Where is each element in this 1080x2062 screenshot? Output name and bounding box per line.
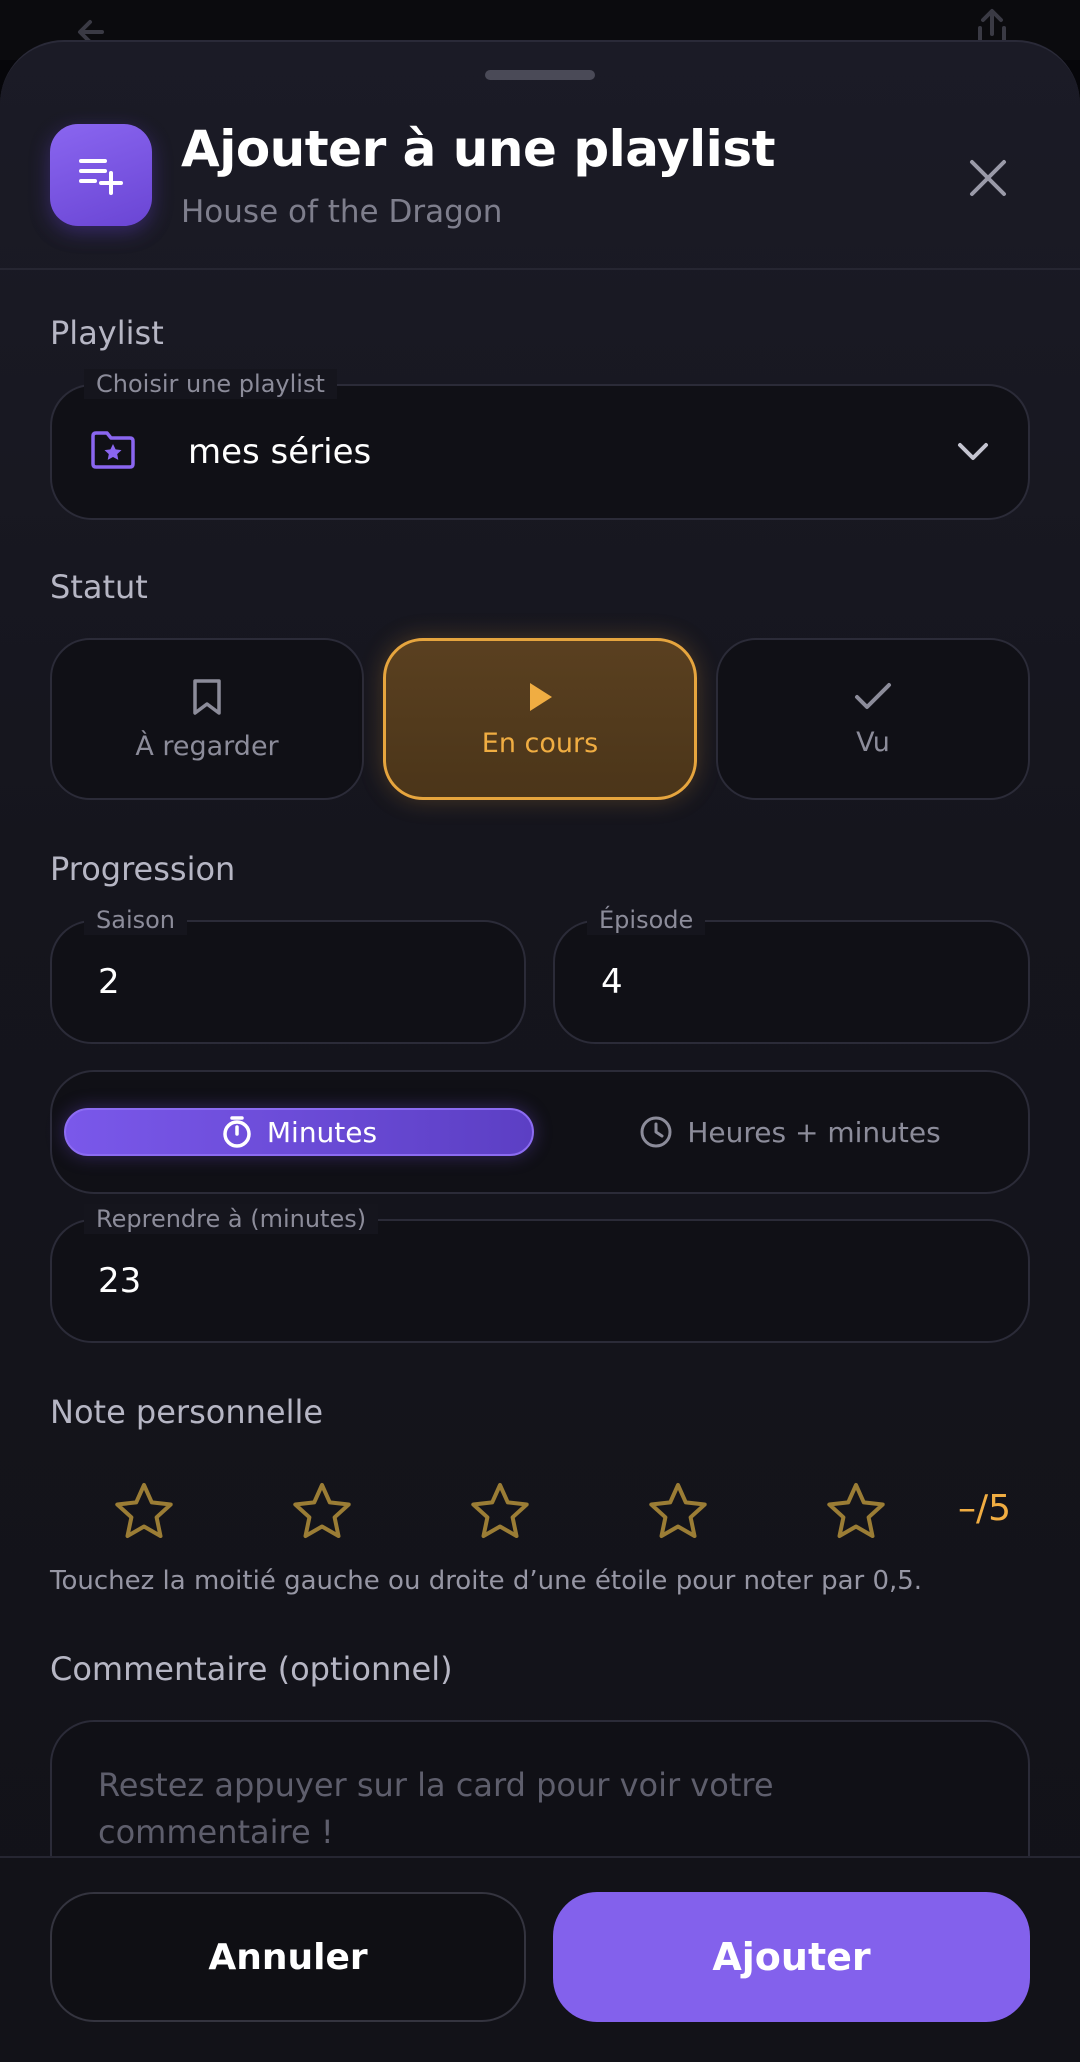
play-icon <box>530 682 552 711</box>
time-mode-hours-minutes[interactable]: Heures + minutes <box>562 1108 1018 1156</box>
rating-hint: Touchez la moitié gauche ou droite d’une… <box>50 1566 923 1596</box>
page-subtitle: House of the Dragon <box>181 194 503 230</box>
time-mode-toggle: Minutes Heures + minutes <box>50 1070 1030 1194</box>
footer-actions: Annuler Ajouter <box>0 1856 1080 2062</box>
resume-field-label: Reprendre à (minutes) <box>84 1204 379 1234</box>
star-icon[interactable] <box>284 1474 360 1550</box>
clock-icon <box>640 1116 672 1148</box>
resume-value: 23 <box>98 1261 142 1301</box>
stopwatch-icon <box>223 1116 251 1148</box>
time-mode-label: Heures + minutes <box>687 1115 941 1149</box>
resume-minutes-field[interactable]: Reprendre à (minutes) 23 <box>50 1204 1030 1343</box>
star-icon[interactable] <box>462 1474 538 1550</box>
season-field-label: Saison <box>84 905 188 935</box>
playlist-selected-value: mes séries <box>188 432 372 472</box>
close-icon <box>970 160 1006 196</box>
drag-handle[interactable] <box>485 70 595 80</box>
status-option-watched[interactable]: Vu <box>716 638 1030 800</box>
status-option-label: À regarder <box>135 730 279 762</box>
star-rating <box>50 1474 1030 1550</box>
add-button[interactable]: Ajouter <box>553 1892 1030 2022</box>
check-icon <box>855 682 891 709</box>
playlist-section-label: Playlist <box>50 314 164 352</box>
time-mode-minutes[interactable]: Minutes <box>64 1108 534 1156</box>
status-section-label: Statut <box>50 568 148 606</box>
episode-field[interactable]: Épisode 4 <box>553 905 1030 1044</box>
season-field[interactable]: Saison 2 <box>50 905 526 1044</box>
episode-value: 4 <box>601 962 623 1002</box>
season-value: 2 <box>98 962 120 1002</box>
close-button[interactable] <box>960 150 1016 206</box>
rating-section-label: Note personnelle <box>50 1393 324 1431</box>
folder-star-icon <box>90 430 136 474</box>
rating-value: –/5 <box>958 1488 1012 1529</box>
playlist-add-icon <box>50 124 152 226</box>
status-option-in-progress[interactable]: En cours <box>383 638 697 800</box>
star-icon[interactable] <box>818 1474 894 1550</box>
add-to-playlist-screen: Ajouter à une playlist House of the Drag… <box>0 0 1080 2062</box>
playlist-select[interactable]: Choisir une playlist mes séries <box>50 369 1030 520</box>
cancel-button[interactable]: Annuler <box>50 1892 526 2022</box>
time-mode-label: Minutes <box>266 1115 378 1149</box>
comment-placeholder: Restez appuyer sur la card pour voir vot… <box>98 1766 774 1851</box>
status-option-label: Vu <box>856 726 890 758</box>
comment-section-label: Commentaire (optionnel) <box>50 1650 453 1688</box>
status-option-to-watch[interactable]: À regarder <box>50 638 364 800</box>
header-divider <box>0 268 1080 270</box>
status-option-label: En cours <box>481 727 599 759</box>
playlist-field-label: Choisir une playlist <box>84 369 337 399</box>
chevron-down-icon <box>956 440 990 468</box>
star-icon[interactable] <box>640 1474 716 1550</box>
page-title: Ajouter à une playlist <box>181 120 775 178</box>
star-icon[interactable] <box>106 1474 182 1550</box>
progression-section-label: Progression <box>50 850 236 888</box>
bookmark-icon <box>193 678 221 715</box>
episode-field-label: Épisode <box>587 905 706 935</box>
